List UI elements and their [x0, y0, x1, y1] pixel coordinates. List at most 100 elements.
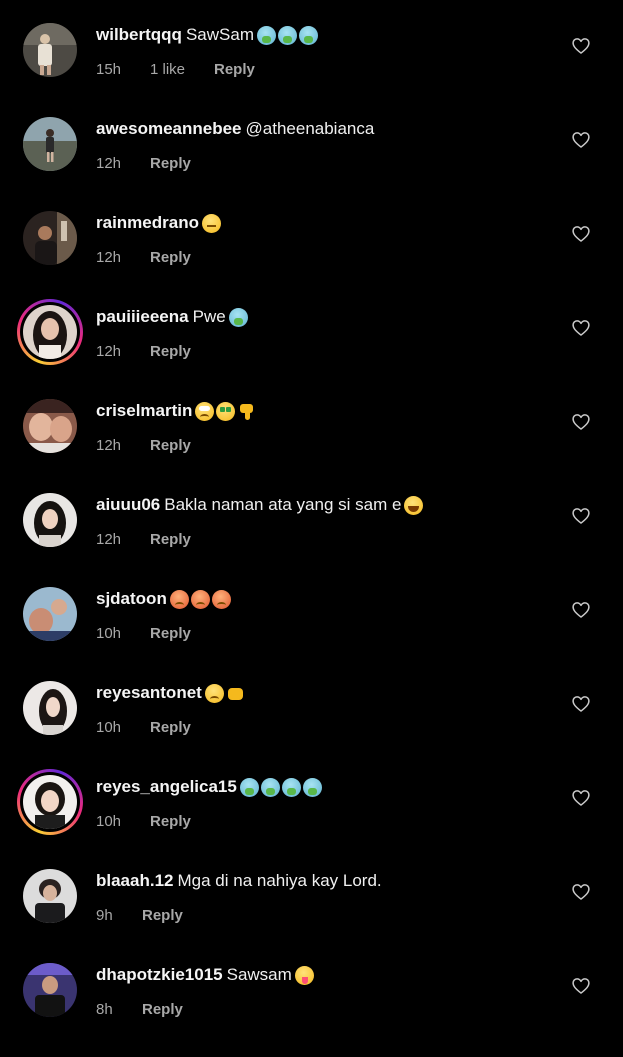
comment-username[interactable]: pauiiieeena — [96, 307, 189, 326]
vomit-emoji — [256, 26, 276, 45]
comment-likes[interactable]: 1 like — [150, 60, 214, 80]
avatar[interactable] — [23, 399, 77, 453]
comment-time: 9h — [96, 907, 113, 924]
avatar[interactable] — [23, 587, 77, 641]
comment-meta: 12h Reply — [96, 248, 191, 268]
reply-button[interactable]: Reply — [150, 530, 191, 550]
comment-item: criselmartin 12h Reply — [0, 399, 623, 493]
emoji-group — [195, 402, 256, 423]
reply-button[interactable]: Reply — [150, 436, 191, 456]
avatar[interactable] — [23, 211, 77, 265]
avatar-image — [23, 305, 77, 359]
reply-button[interactable]: Reply — [150, 718, 191, 738]
comment-username[interactable]: criselmartin — [96, 401, 192, 420]
reply-button[interactable]: Reply — [150, 342, 191, 362]
avatar-story-ring[interactable] — [17, 299, 83, 365]
comment-username[interactable]: dhapotzkie1015 — [96, 965, 223, 984]
comment-time: 10h — [96, 813, 122, 830]
emoji-group — [228, 308, 250, 329]
comment-time: 10h — [96, 719, 122, 736]
comment-time: 12h — [96, 531, 122, 548]
heart-outline-icon[interactable] — [571, 318, 591, 338]
money-mouth-emoji — [216, 402, 236, 421]
comment-item: blaaah.12 Mga di na nahiya kay Lord. 9h Re… — [0, 869, 623, 963]
angry-emoji — [211, 590, 231, 609]
comment-text-line: reyes_angelica15 — [96, 775, 563, 799]
comment-text-line: dhapotzkie1015 Sawsam — [96, 963, 563, 987]
avatar-image — [23, 869, 77, 923]
emoji-group — [256, 26, 320, 47]
comment-username[interactable]: sjdatoon — [96, 589, 167, 608]
comment-username[interactable]: aiuuu06 — [96, 495, 160, 514]
comment-username[interactable]: awesomeannebee — [96, 119, 242, 138]
comment-username[interactable]: rainmedrano — [96, 213, 199, 232]
comment-time: 8h — [96, 1001, 113, 1018]
emoji-group — [294, 966, 316, 987]
comment-text-line: wilbertqqq SawSam — [96, 23, 563, 47]
heart-outline-icon[interactable] — [571, 506, 591, 526]
confused-emoji — [204, 684, 224, 703]
avatar-image — [23, 23, 77, 77]
comment-body: Sawsam — [226, 965, 292, 984]
comment-username[interactable]: blaaah.12 — [96, 871, 174, 890]
avatar-image — [23, 963, 77, 1017]
reply-button[interactable]: Reply — [142, 906, 183, 926]
heart-outline-icon[interactable] — [571, 976, 591, 996]
avatar-image — [23, 399, 77, 453]
angry-emoji — [190, 590, 210, 609]
avatar[interactable] — [23, 493, 77, 547]
comment-text-line: reyesantonet — [96, 681, 563, 705]
emoji-group — [169, 590, 233, 611]
avatar[interactable] — [23, 869, 77, 923]
comment-username[interactable]: reyes_angelica15 — [96, 777, 237, 796]
heart-outline-icon[interactable] — [571, 36, 591, 56]
avatar-story-ring[interactable] — [17, 769, 83, 835]
comment-username[interactable]: reyesantonet — [96, 683, 202, 702]
avatar[interactable] — [23, 681, 77, 735]
reply-button[interactable]: Reply — [150, 248, 191, 268]
reply-button[interactable]: Reply — [214, 60, 255, 80]
comment-meta: 12h Reply — [96, 530, 191, 550]
avatar-image — [23, 587, 77, 641]
avatar[interactable] — [23, 117, 77, 171]
comment-item: rainmedrano 12h Reply — [0, 211, 623, 305]
reply-button[interactable]: Reply — [150, 624, 191, 644]
comment-item: dhapotzkie1015 Sawsam 8h Reply — [0, 963, 623, 1057]
comment-meta: 8h Reply — [96, 1000, 183, 1020]
vomit-emoji — [302, 778, 322, 797]
comment-username[interactable]: wilbertqqq — [96, 25, 182, 44]
thumbs-down-emoji — [237, 402, 256, 421]
fist-emoji — [226, 684, 245, 703]
reply-button[interactable]: Reply — [142, 1000, 183, 1020]
heart-outline-icon[interactable] — [571, 412, 591, 432]
laughing-emoji — [404, 496, 424, 515]
heart-outline-icon[interactable] — [571, 600, 591, 620]
heart-outline-icon[interactable] — [571, 788, 591, 808]
reply-button[interactable]: Reply — [150, 812, 191, 832]
comment-body: Mga di na nahiya kay Lord. — [177, 871, 382, 890]
heart-outline-icon[interactable] — [571, 694, 591, 714]
avatar-image — [23, 211, 77, 265]
avatar[interactable] — [23, 23, 77, 77]
heart-outline-icon[interactable] — [571, 882, 591, 902]
comment-time: 15h — [96, 61, 122, 78]
comment-meta: 9h Reply — [96, 906, 183, 926]
vomit-emoji — [281, 778, 301, 797]
avatar-image — [23, 493, 77, 547]
emoji-group — [404, 496, 425, 517]
emoji-group — [204, 684, 245, 705]
avatar-image — [23, 775, 77, 829]
reply-button[interactable]: Reply — [150, 154, 191, 174]
heart-outline-icon[interactable] — [571, 224, 591, 244]
comment-body[interactable]: @atheenabianca — [246, 119, 375, 138]
comment-text-line: criselmartin — [96, 399, 563, 423]
comment-text-line: aiuuu06 Bakla naman ata yang si sam e — [96, 493, 563, 517]
emoji-group — [239, 778, 324, 799]
expressionless-emoji — [201, 214, 221, 233]
avatar[interactable] — [23, 963, 77, 1017]
comment-text-line: blaaah.12 Mga di na nahiya kay Lord. — [96, 869, 563, 893]
heart-outline-icon[interactable] — [571, 130, 591, 150]
comment-time: 12h — [96, 343, 122, 360]
comment-meta: 15h 1 like Reply — [96, 60, 255, 80]
vomit-emoji — [260, 778, 280, 797]
